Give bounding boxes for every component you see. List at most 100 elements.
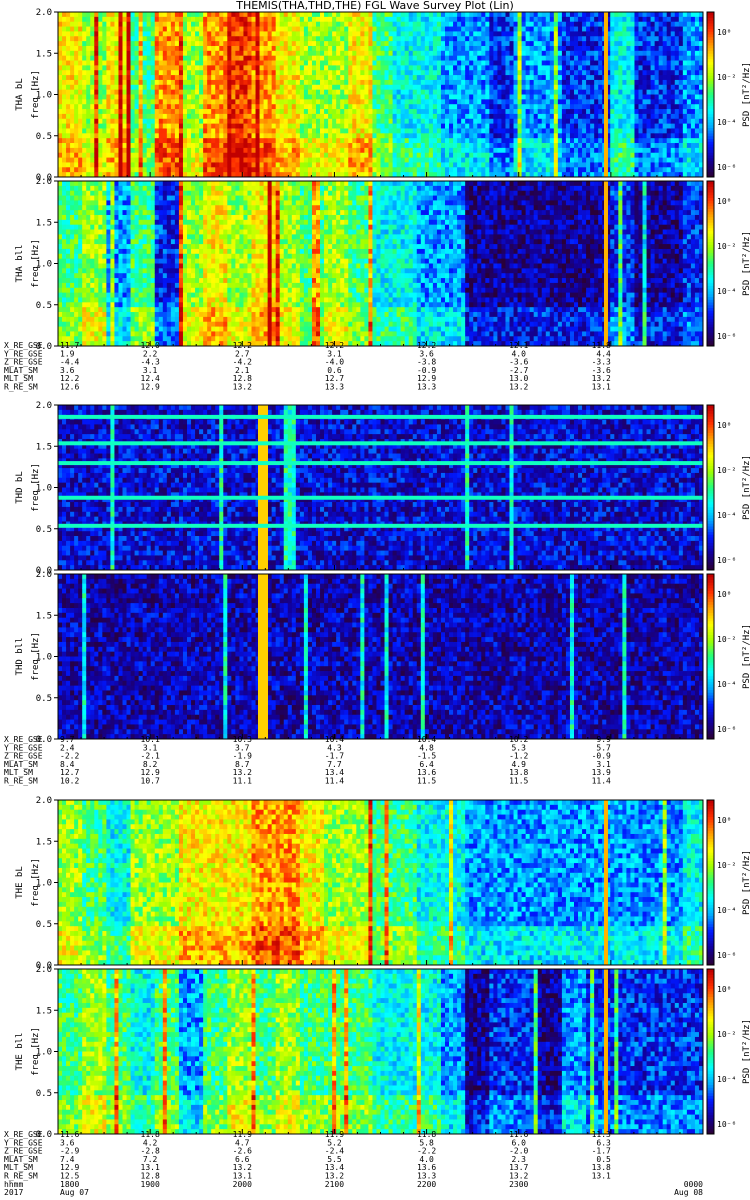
heatmap-cell [505,147,510,154]
heatmap-cell [388,21,393,27]
heatmap-cell [493,118,498,125]
heatmap-cell [384,94,389,100]
heatmap-cell [138,123,144,129]
heatmap-cell [505,109,510,115]
heatmap-cell [392,26,398,32]
heatmap-cell [114,157,119,163]
heatmap-cell [348,60,353,66]
heatmap-cell [642,99,647,105]
heatmap-cell [134,26,140,32]
heatmap-cell [453,79,458,86]
heatmap-cell [271,60,277,66]
heatmap-cell [372,79,377,86]
heatmap-cell [569,21,575,27]
heatmap-cell [86,26,91,32]
heatmap-cell [565,60,571,66]
heatmap-cell [493,94,498,100]
heatmap-cell [267,84,273,91]
heatmap-cell [618,79,623,86]
heatmap-cell [380,147,385,154]
heatmap-cell [259,118,264,125]
heatmap-cell [473,55,478,61]
heatmap-cell [138,94,144,100]
heatmap-cell [380,162,385,168]
heatmap-cell [227,12,232,18]
heatmap-cell [78,123,83,129]
heatmap-cell [251,94,256,100]
heatmap-cell [219,12,224,18]
heatmap-cell [215,138,220,144]
heatmap-cell [614,36,619,42]
heatmap-cell [299,94,305,100]
heatmap-cell [134,147,140,154]
heatmap-cell [94,147,99,154]
heatmap-cell [130,26,135,32]
heatmap-cell [332,147,337,154]
heatmap-cell [642,152,647,158]
heatmap-cell [360,89,365,95]
heatmap-cell [513,12,518,18]
heatmap-cell [545,89,551,95]
heatmap-cell [461,60,466,66]
heatmap-cell [86,50,91,57]
heatmap-cell [545,55,551,61]
heatmap-cell [549,84,555,91]
heatmap-cell [279,65,285,71]
heatmap-cell [187,36,192,42]
heatmap-cell [182,55,188,61]
heatmap-cell [82,109,87,115]
heatmap-cell [477,84,482,91]
heatmap-cell [489,79,494,86]
heatmap-cell [445,31,450,37]
heatmap-cell [227,167,232,173]
heatmap-cell [578,21,583,27]
heatmap-cell [106,31,111,37]
heatmap-cell [102,26,107,32]
heatmap-cell [561,157,567,163]
heatmap-cell [207,26,212,32]
heatmap-cell [70,26,75,32]
heatmap-cell [247,84,252,91]
heatmap-cell [404,94,410,100]
heatmap-cell [380,118,385,125]
heatmap-cell [263,89,269,95]
heatmap-cell [537,41,543,47]
heatmap-cell [231,138,236,144]
heatmap-cell [582,152,587,158]
heatmap-cell [493,89,498,95]
heatmap-cell [525,45,531,52]
heatmap-cell [586,167,591,173]
heatmap-cell [348,65,353,71]
heatmap-cell [469,104,474,110]
heatmap-cell [428,104,434,110]
heatmap-cell [396,55,402,61]
heatmap-cell [453,75,458,81]
heatmap-cell [291,113,297,120]
heatmap-cell [497,50,502,57]
heatmap-cell [146,16,152,23]
heatmap-cell [86,75,91,81]
heatmap-cell [445,143,450,149]
heatmap-cell [98,75,103,81]
heatmap-cell [340,157,345,163]
heatmap-cell [219,99,224,105]
heatmap-cell [90,104,95,110]
heatmap-cell [215,147,220,154]
heatmap-cell [316,12,321,18]
heatmap-cell [509,147,514,154]
heatmap-cell [481,113,486,120]
heatmap-cell [239,41,244,47]
heatmap-cell [187,26,192,32]
heatmap-cell [449,12,454,18]
heatmap-cell [561,162,567,168]
heatmap-cell [118,104,123,110]
heatmap-cell [360,157,365,163]
heatmap-cell [497,157,502,163]
heatmap-cell [295,26,301,32]
heatmap-cell [211,89,216,95]
heatmap-cell [162,157,168,163]
heatmap-cell [594,167,599,173]
heatmap-cell [569,109,575,115]
heatmap-cell [501,89,506,95]
heatmap-cell [118,89,123,95]
